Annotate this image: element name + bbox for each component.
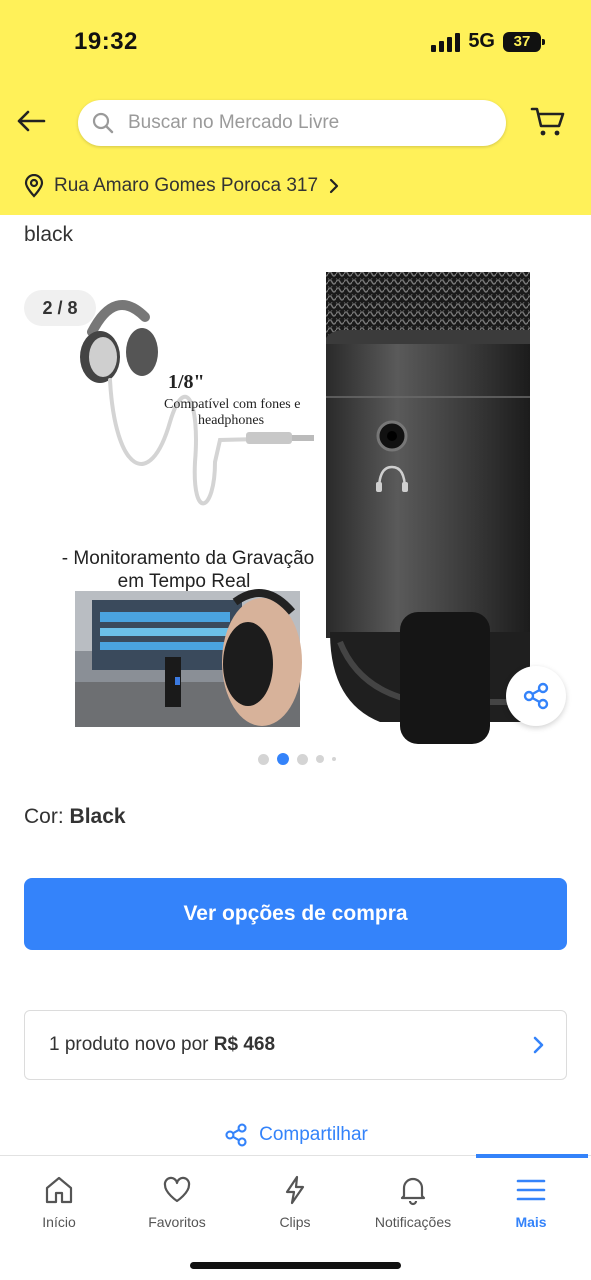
caption-line1: - Monitoramento da Gravação xyxy=(62,548,314,569)
delivery-address[interactable]: Rua Amaro Gomes Poroca 317 xyxy=(24,174,340,198)
tab-label: Início xyxy=(42,1214,76,1230)
color-selection: Cor: Black xyxy=(24,805,126,829)
tab-label: Mais xyxy=(515,1214,547,1230)
new-product-offer[interactable]: 1 produto novo por R$ 468 xyxy=(24,1010,567,1080)
offer-price: R$ 468 xyxy=(213,1034,276,1055)
gallery-dot[interactable] xyxy=(315,755,324,763)
gallery-dots xyxy=(0,752,591,766)
color-value: Black xyxy=(69,805,126,828)
search-bar[interactable] xyxy=(78,100,506,146)
gallery-dot[interactable] xyxy=(296,753,308,765)
image-counter: 2 / 8 xyxy=(24,290,96,326)
purchase-options-button[interactable]: Ver opções de compra xyxy=(24,878,567,950)
tab-notificacoes[interactable]: Notificações xyxy=(358,1174,468,1230)
back-button[interactable] xyxy=(14,104,48,138)
bell-icon xyxy=(400,1177,426,1206)
search-input[interactable] xyxy=(128,112,468,134)
compat-line2: headphones xyxy=(198,413,264,428)
tab-label: Notificações xyxy=(374,1214,452,1230)
share-icon xyxy=(225,1123,247,1147)
share-link-label: Compartilhar xyxy=(259,1124,368,1145)
bottom-tab-bar: Início Favoritos Clips Notificações Mais xyxy=(0,1154,591,1280)
caption-line2: em Tempo Real xyxy=(118,571,251,592)
jack-label: 1/8" xyxy=(168,371,205,393)
tab-inicio[interactable]: Início xyxy=(4,1174,114,1230)
microphone-illustration xyxy=(326,272,530,744)
address-text: Rua Amaro Gomes Poroca 317 xyxy=(54,175,319,196)
cart-button[interactable] xyxy=(528,104,568,140)
color-label: Cor: xyxy=(24,805,64,828)
home-icon xyxy=(45,1176,73,1204)
share-icon xyxy=(523,682,549,710)
cart-icon xyxy=(530,107,565,136)
status-time: 19:32 xyxy=(74,28,138,55)
app-header: 19:32 5G 37 Rua Amaro Gomes Poroca 317 xyxy=(0,0,591,215)
product-title: black xyxy=(24,223,74,246)
active-tab-indicator xyxy=(476,1154,588,1158)
chevron-right-icon xyxy=(533,1036,544,1054)
share-link[interactable]: Compartilhar xyxy=(0,1122,591,1148)
network-type: 5G xyxy=(468,30,495,52)
tab-clips[interactable]: Clips xyxy=(240,1174,350,1230)
status-indicators: 5G 37 xyxy=(431,30,545,53)
offer-text: 1 produto novo por xyxy=(49,1034,209,1055)
product-image: 1/8" Compatível com fones e headphones -… xyxy=(62,272,530,744)
product-gallery[interactable]: 2 / 8 1/8" Compatível com fones e headph… xyxy=(0,262,591,752)
tab-label: Favoritos xyxy=(148,1214,206,1230)
location-pin-icon xyxy=(24,174,44,198)
gallery-dot[interactable] xyxy=(257,753,269,765)
arrow-left-icon xyxy=(17,110,46,132)
search-icon xyxy=(92,112,114,134)
gallery-dot-active[interactable] xyxy=(276,753,289,765)
home-indicator xyxy=(190,1262,401,1269)
tab-label: Clips xyxy=(279,1214,311,1230)
studio-photo xyxy=(75,589,302,727)
signal-icon xyxy=(431,32,461,52)
share-button[interactable] xyxy=(506,666,566,726)
menu-icon xyxy=(516,1179,546,1201)
gallery-dot[interactable] xyxy=(331,757,336,761)
heart-icon xyxy=(163,1176,191,1203)
compat-line1: Compatível com fones e xyxy=(164,397,300,412)
battery-icon: 37 xyxy=(503,31,545,52)
lightning-icon xyxy=(285,1175,305,1205)
tab-favoritos[interactable]: Favoritos xyxy=(122,1174,232,1230)
tab-mais[interactable]: Mais xyxy=(476,1174,586,1230)
chevron-right-icon xyxy=(329,178,339,194)
